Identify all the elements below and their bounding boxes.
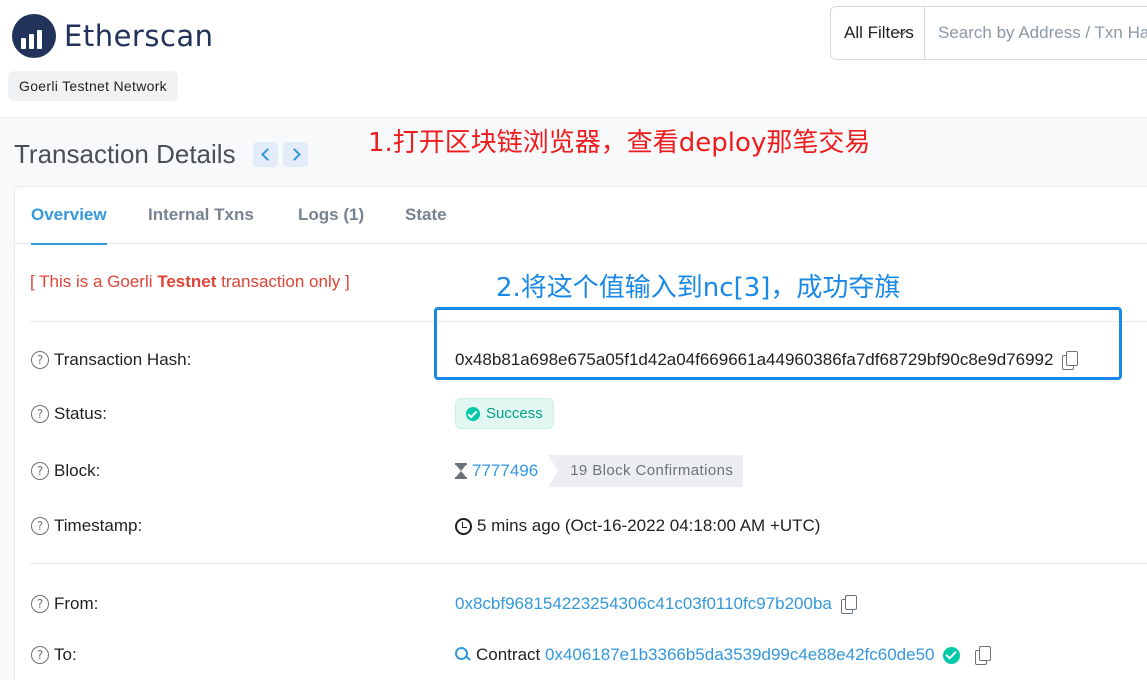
annotation-step-2: 2.将这个值输入到nc[3]，成功夺旗	[496, 273, 901, 303]
question-circle-icon[interactable]: ?	[31, 646, 49, 664]
hash-highlight-box	[434, 307, 1122, 380]
site-header: Etherscan Goerli Testnet Network All Fil…	[0, 0, 1147, 118]
to-address: Contract 0x406187e1b3366b5da3539d99c4e88…	[455, 645, 992, 665]
from-address: 0x8cbf968154223254306c41c03f0110fc97b200…	[455, 594, 857, 614]
hourglass-icon	[455, 463, 467, 479]
from-address-link[interactable]: 0x8cbf968154223254306c41c03f0110fc97b200…	[455, 594, 832, 614]
next-transaction-button[interactable]	[283, 142, 308, 167]
from-row-label: ? From:	[31, 594, 98, 614]
brand-name: Etherscan	[64, 19, 214, 53]
to-row-label: ? To:	[31, 645, 77, 665]
timestamp-value: 5 mins ago (Oct-16-2022 04:18:00 AM +UTC…	[455, 516, 820, 536]
block-value: 7777496 19 Block Confirmations	[455, 455, 744, 487]
block-row-label: ? Block:	[31, 461, 100, 481]
check-circle-icon	[466, 406, 480, 421]
tab-internal-txns[interactable]: Internal Txns	[148, 187, 254, 244]
etherscan-logo-icon	[12, 14, 56, 58]
question-circle-icon[interactable]: ?	[31, 351, 49, 369]
block-confirmations-badge: 19 Block Confirmations	[548, 455, 744, 487]
block-number-link[interactable]: 7777496	[472, 461, 538, 481]
status-badge: Success	[455, 398, 554, 429]
divider	[30, 563, 1147, 564]
previous-transaction-button[interactable]	[253, 142, 278, 167]
search-input[interactable]	[925, 7, 1147, 59]
clock-icon	[455, 517, 472, 535]
tab-overview[interactable]: Overview	[31, 187, 107, 245]
question-circle-icon[interactable]: ?	[31, 595, 49, 613]
contract-prefix: Contract	[476, 645, 541, 664]
etherscan-logo[interactable]: Etherscan	[12, 14, 214, 58]
contract-search-icon	[455, 647, 471, 663]
transaction-card: Overview Internal Txns Logs (1) State [ …	[14, 186, 1147, 680]
page-title: Transaction Details	[14, 139, 236, 169]
status-value: Success	[455, 398, 554, 429]
copy-icon[interactable]	[975, 646, 992, 665]
question-circle-icon[interactable]: ?	[31, 517, 49, 535]
timestamp-row-label: ? Timestamp:	[31, 516, 142, 536]
copy-icon[interactable]	[840, 595, 857, 614]
verified-check-icon	[943, 646, 961, 664]
question-circle-icon[interactable]: ?	[31, 405, 49, 423]
contract-address-link[interactable]: 0x406187e1b3366b5da3539d99c4e88e42fc60de…	[545, 645, 935, 665]
hash-row-label: ? Transaction Hash:	[31, 350, 191, 370]
question-circle-icon[interactable]: ?	[31, 462, 49, 480]
tab-bar: Overview Internal Txns Logs (1) State	[15, 187, 1147, 245]
filter-dropdown[interactable]: All Filters	[831, 7, 925, 59]
annotation-step-1: 1.打开区块链浏览器，查看deploy那笔交易	[368, 128, 871, 158]
tab-logs[interactable]: Logs (1)	[298, 187, 364, 244]
testnet-notice: [ This is a Goerli Testnet transaction o…	[30, 272, 350, 291]
tab-state[interactable]: State	[405, 187, 447, 244]
network-badge: Goerli Testnet Network	[8, 71, 178, 101]
status-row-label: ? Status:	[31, 404, 107, 424]
search-bar: All Filters	[830, 6, 1147, 60]
